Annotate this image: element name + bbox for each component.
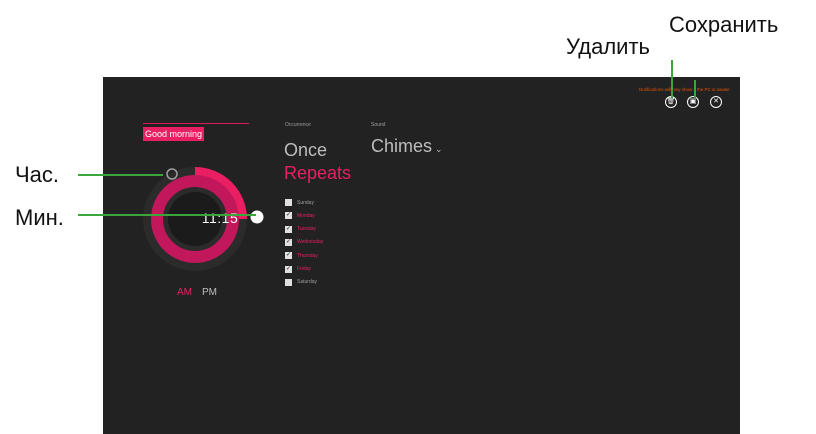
- save-icon: ▣: [689, 98, 697, 105]
- trash-icon: 🗑: [666, 98, 676, 105]
- sound-dropdown[interactable]: Chimes ⌄: [371, 136, 443, 157]
- day-checkbox[interactable]: ✓: [285, 225, 292, 233]
- occurrence-once[interactable]: Once: [284, 140, 327, 161]
- close-icon: ✕: [713, 98, 719, 105]
- notification-notice: Notifications will only show if the PC i…: [639, 87, 730, 92]
- day-checkbox[interactable]: ✓: [285, 252, 292, 260]
- sound-value: Chimes: [371, 136, 433, 156]
- occurrence-label: Occurrence: [285, 122, 311, 128]
- day-row-friday[interactable]: ✓ Friday: [285, 265, 311, 274]
- day-checkbox[interactable]: ✓: [285, 212, 292, 220]
- day-row-saturday[interactable]: Saturday: [285, 278, 317, 287]
- day-row-tuesday[interactable]: ✓ Tuesday: [285, 225, 316, 234]
- day-label: Saturday: [297, 279, 318, 286]
- callout-hour: Час.: [15, 162, 60, 187]
- am-toggle[interactable]: AM: [177, 287, 192, 298]
- save-button[interactable]: ▣: [687, 96, 699, 108]
- day-row-sunday[interactable]: Sunday: [285, 198, 314, 207]
- alarm-name-field[interactable]: Good morning: [143, 127, 205, 141]
- day-label: Thursday: [297, 252, 318, 259]
- time-display: 11:15: [201, 210, 239, 226]
- alarm-editor-screen: Good morning 11:15 AM PM Occurrence Soun…: [103, 77, 740, 434]
- occurrence-repeats[interactable]: Repeats: [284, 163, 351, 184]
- leader-hour: [78, 174, 163, 176]
- day-checkbox[interactable]: ✓: [285, 265, 292, 273]
- day-label: Sunday: [297, 199, 314, 206]
- clock-dial: [143, 167, 264, 271]
- day-checkbox[interactable]: ✓: [285, 238, 292, 246]
- leader-delete-vertical: [671, 60, 673, 98]
- day-row-thursday[interactable]: ✓ Thursday: [285, 251, 318, 260]
- callout-save: Сохранить: [669, 12, 779, 37]
- day-row-wednesday[interactable]: ✓ Wednesday: [285, 238, 323, 247]
- day-label: Wednesday: [297, 239, 324, 246]
- day-label: Friday: [297, 266, 311, 272]
- day-checkbox[interactable]: [285, 199, 292, 206]
- name-underline: [143, 123, 249, 124]
- day-label: Monday: [297, 212, 315, 219]
- day-row-monday[interactable]: ✓ Monday: [285, 211, 315, 220]
- pm-toggle[interactable]: PM: [202, 287, 217, 298]
- close-button[interactable]: ✕: [710, 96, 722, 108]
- sound-label: Sound: [371, 122, 386, 128]
- callout-delete: Удалить: [566, 34, 650, 59]
- leader-minute: [78, 214, 256, 216]
- chevron-down-icon: ⌄: [435, 144, 443, 154]
- day-checkbox[interactable]: [285, 278, 292, 286]
- leader-save-vertical: [694, 80, 696, 98]
- day-label: Tuesday: [297, 226, 316, 233]
- callout-minute: Мин.: [15, 205, 64, 230]
